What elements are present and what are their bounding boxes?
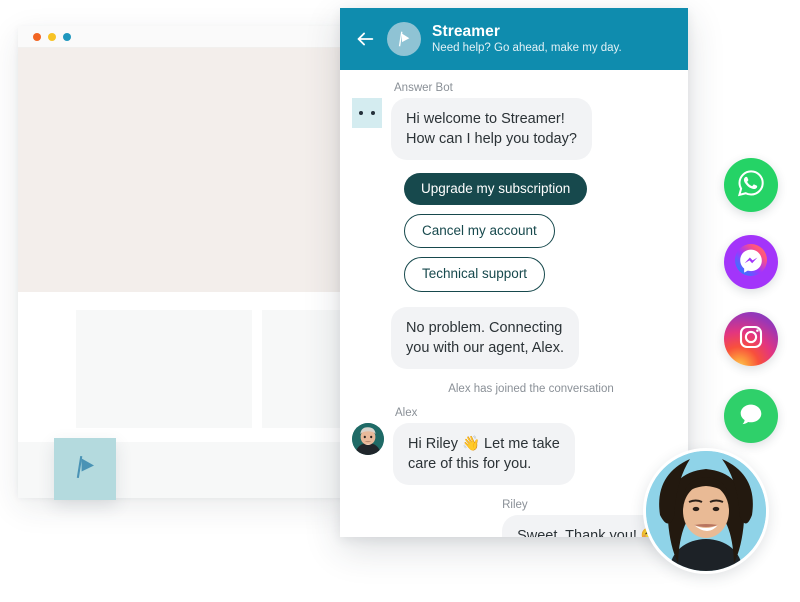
- message-bubble: Hi Riley 👋 Let me take care of this for …: [393, 422, 575, 485]
- back-arrow-icon[interactable]: [354, 28, 376, 50]
- message-row: Hi welcome to Streamer! How can I help y…: [352, 98, 674, 160]
- background-website-window: [18, 26, 438, 500]
- instagram-icon: [736, 322, 766, 357]
- message-sender-label: Alex: [395, 406, 418, 419]
- quick-reply-technical[interactable]: Technical support: [404, 257, 546, 292]
- chat-bubble-icon: [736, 399, 766, 434]
- quick-reply-cancel[interactable]: Cancel my account: [404, 214, 555, 249]
- social-instagram-button[interactable]: [724, 312, 778, 366]
- whatsapp-icon: [735, 167, 767, 204]
- chat-launcher-button[interactable]: [54, 438, 116, 500]
- messenger-icon: [735, 243, 767, 281]
- social-messenger-button[interactable]: [724, 235, 778, 289]
- message-row: No problem. Connecting you with our agen…: [391, 306, 674, 369]
- bot-face-avatar: [352, 98, 382, 128]
- social-channel-rail: [724, 158, 778, 466]
- chat-message-list[interactable]: Answer Bot Hi welcome to Streamer! How c…: [340, 70, 688, 537]
- message-row: Riley Sweet. Thank you! 😊: [352, 499, 674, 537]
- chat-header: Streamer Need help? Go ahead, make my da…: [340, 8, 688, 70]
- flag-logo-icon: [387, 22, 421, 56]
- chat-widget: Streamer Need help? Go ahead, make my da…: [340, 8, 688, 537]
- social-chat-button[interactable]: [724, 389, 778, 443]
- chat-brand-text: Streamer Need help? Go ahead, make my da…: [432, 23, 622, 55]
- screenshot-stage: Streamer Need help? Go ahead, make my da…: [0, 0, 800, 602]
- riley-customer-photo: [643, 448, 769, 574]
- message-sender-label: Answer Bot: [394, 82, 453, 94]
- window-minimize-dot[interactable]: [48, 32, 56, 41]
- message-bubble: Hi welcome to Streamer! How can I help y…: [391, 98, 592, 160]
- window-close-dot[interactable]: [33, 32, 41, 41]
- chat-subtitle: Need help? Go ahead, make my day.: [432, 41, 622, 54]
- browser-titlebar: [18, 26, 350, 48]
- website-hero-placeholder: [18, 48, 350, 292]
- window-maximize-dot[interactable]: [63, 32, 71, 41]
- system-join-note: Alex has joined the conversation: [448, 382, 614, 395]
- alex-agent-photo: [352, 422, 384, 455]
- social-whatsapp-button[interactable]: [724, 158, 778, 212]
- quick-reply-group: Upgrade my subscription Cancel my accoun…: [404, 173, 674, 301]
- message-bubble: No problem. Connecting you with our agen…: [391, 306, 579, 369]
- content-panel-left: [76, 310, 252, 428]
- message-row: Hi Riley 👋 Let me take care of this for …: [352, 422, 674, 485]
- flag-icon: [70, 452, 100, 487]
- quick-reply-upgrade[interactable]: Upgrade my subscription: [404, 173, 588, 206]
- chat-title: Streamer: [432, 22, 501, 40]
